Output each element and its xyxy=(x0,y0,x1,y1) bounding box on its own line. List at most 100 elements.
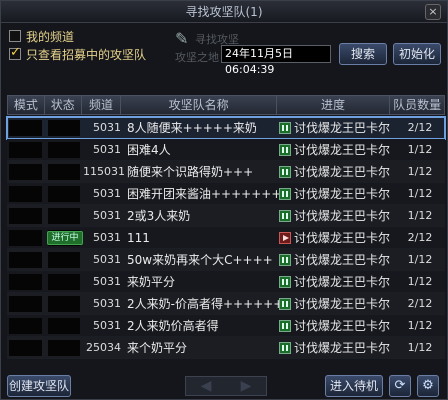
members-cell: 1/12 xyxy=(407,165,433,178)
status-badge: 进行中 xyxy=(47,230,83,245)
next-page-icon[interactable]: ▶ xyxy=(226,377,266,395)
pagination: ◀ ▶ xyxy=(185,376,267,396)
status-cell xyxy=(48,317,80,334)
header-progress[interactable]: 进度 xyxy=(277,96,391,114)
status-cell xyxy=(48,163,80,180)
table-row[interactable]: 5031 8人随便来+++++来奶 讨伐爆龙王巴卡尔 2/12 xyxy=(6,116,446,140)
recruiting-only-filter[interactable]: 只查看招募中的攻坚队 xyxy=(9,45,169,63)
progress-cell: 讨伐爆龙王巴卡尔 xyxy=(279,339,393,356)
status-cell xyxy=(48,119,80,136)
pause-icon xyxy=(279,121,291,134)
progress-text: 讨伐爆龙王巴卡尔 xyxy=(294,187,391,201)
table-row[interactable]: 5031 困难4人 讨伐爆龙王巴卡尔 1/12 xyxy=(7,139,445,161)
progress-cell: 讨伐爆龙王巴卡尔 xyxy=(279,295,393,312)
enter-standby-button[interactable]: 进入待机 xyxy=(325,375,383,397)
refresh-icon[interactable]: ⟳ xyxy=(389,375,411,397)
name-cell: 困难开团来酱油+++++++ xyxy=(127,187,279,201)
channel-cell: 5031 xyxy=(93,121,121,134)
window-titlebar: 寻找攻坚队(1) × xyxy=(1,1,447,23)
status-cell xyxy=(48,339,80,356)
members-cell: 1/12 xyxy=(407,209,433,222)
mode-cell xyxy=(9,207,42,224)
name-cell: 50w来奶再来个大C++++ xyxy=(127,253,273,267)
members-cell: 1/12 xyxy=(407,187,433,200)
name-cell: 2人来奶价高者得 xyxy=(127,319,219,333)
progress-cell: 讨伐爆龙王巴卡尔 xyxy=(279,119,393,136)
pen-icon: ✎ xyxy=(175,29,189,48)
header-members[interactable]: 队员数量 xyxy=(390,96,444,114)
table-row[interactable]: 25034 来个奶平分 讨伐爆龙王巴卡尔 1/12 xyxy=(7,337,445,359)
pause-icon xyxy=(279,297,291,310)
table-row[interactable]: 5031 2或3人来奶 讨伐爆龙王巴卡尔 1/12 xyxy=(7,205,445,227)
close-button[interactable]: × xyxy=(425,4,441,20)
mode-cell xyxy=(9,317,42,334)
progress-cell: 讨伐爆龙王巴卡尔 xyxy=(279,251,393,268)
window-title: 寻找攻坚队(1) xyxy=(185,5,263,19)
members-cell: 1/12 xyxy=(407,319,433,332)
header-status[interactable]: 状态 xyxy=(45,96,82,114)
name-cell: 随便来个识路得奶+++ xyxy=(127,165,254,179)
progress-cell: 讨伐爆龙王巴卡尔 xyxy=(279,273,393,290)
header-name[interactable]: 攻坚队名称 xyxy=(121,96,277,114)
name-cell: 2人来奶-价高者得+++++++ xyxy=(127,297,279,311)
progress-text: 讨伐爆龙王巴卡尔 xyxy=(294,253,391,267)
raid-finder-window: 寻找攻坚队(1) × 我的频道 只查看招募中的攻坚队 ✎ 寻找攻坚 攻坚之地 2… xyxy=(0,0,448,400)
my-channel-label: 我的频道 xyxy=(26,29,75,44)
channel-cell: 5031 xyxy=(93,275,121,288)
my-channel-filter[interactable]: 我的频道 xyxy=(9,27,169,45)
header-mode[interactable]: 模式 xyxy=(8,96,45,114)
table-row[interactable]: 5031 50w来奶再来个大C++++ 讨伐爆龙王巴卡尔 1/12 xyxy=(7,249,445,271)
table-row[interactable]: 5031 2人来奶-价高者得+++++++ 讨伐爆龙王巴卡尔 2/12 xyxy=(7,293,445,315)
header-channel[interactable]: 频道 xyxy=(82,96,122,114)
pause-icon xyxy=(279,187,291,200)
pause-icon xyxy=(279,253,291,266)
table-row[interactable]: 5031 困难开团来酱油+++++++ 讨伐爆龙王巴卡尔 1/12 xyxy=(7,183,445,205)
my-channel-checkbox[interactable] xyxy=(9,30,21,42)
channel-cell: 5031 xyxy=(93,319,121,332)
recruiting-only-checkbox[interactable] xyxy=(9,45,21,60)
status-cell: 进行中 xyxy=(47,229,83,246)
pause-icon xyxy=(279,143,291,156)
create-raid-button[interactable]: 创建攻坚队 xyxy=(7,375,71,397)
progress-text: 讨伐爆龙王巴卡尔 xyxy=(294,275,391,289)
progress-cell: 讨伐爆龙王巴卡尔 xyxy=(279,207,393,224)
prev-page-icon[interactable]: ◀ xyxy=(186,377,226,395)
progress-text: 讨伐爆龙王巴卡尔 xyxy=(294,231,391,245)
date-field[interactable]: 24年11月5日06:04:39 xyxy=(221,45,331,76)
progress-text: 讨伐爆龙王巴卡尔 xyxy=(294,297,391,311)
pause-icon xyxy=(279,165,291,178)
members-cell: 1/12 xyxy=(407,275,433,288)
channel-cell: 5031 xyxy=(93,231,121,244)
progress-cell: 讨伐爆龙王巴卡尔 xyxy=(279,317,393,334)
progress-cell: 讨伐爆龙王巴卡尔 xyxy=(279,163,393,180)
progress-text: 讨伐爆龙王巴卡尔 xyxy=(294,121,391,135)
status-cell xyxy=(48,273,80,290)
table-row[interactable]: 进行中 5031 111 讨伐爆龙王巴卡尔 2/12 xyxy=(7,227,445,249)
recruiting-only-label: 只查看招募中的攻坚队 xyxy=(26,47,147,62)
status-cell xyxy=(48,207,80,224)
area-hint-label: 攻坚之地 xyxy=(175,51,219,64)
mode-cell xyxy=(9,295,42,312)
mode-cell xyxy=(9,273,42,290)
search-button[interactable]: 搜索 xyxy=(339,43,387,65)
status-cell xyxy=(48,185,80,202)
mode-cell xyxy=(9,229,42,246)
members-cell: 2/12 xyxy=(407,121,433,134)
mode-cell xyxy=(9,163,42,180)
name-cell: 8人随便来+++++来奶 xyxy=(127,121,257,135)
name-cell: 来个奶平分 xyxy=(127,341,188,355)
table-row[interactable]: 5031 来奶平分 讨伐爆龙王巴卡尔 1/12 xyxy=(7,271,445,293)
table-row[interactable]: 5031 2人来奶价高者得 讨伐爆龙王巴卡尔 1/12 xyxy=(7,315,445,337)
gear-icon[interactable]: ⚙ xyxy=(417,375,439,397)
status-cell xyxy=(48,251,80,268)
reset-button[interactable]: 初始化 xyxy=(393,43,441,65)
name-cell: 111 xyxy=(127,230,150,245)
pause-icon xyxy=(279,341,291,354)
members-cell: 1/12 xyxy=(407,341,433,354)
members-cell: 2/12 xyxy=(407,231,433,244)
table-row[interactable]: 115031 随便来个识路得奶+++ 讨伐爆龙王巴卡尔 1/12 xyxy=(7,161,445,183)
channel-cell: 115031 xyxy=(83,165,125,178)
pause-icon xyxy=(279,275,291,288)
members-cell: 1/12 xyxy=(407,143,433,156)
mode-cell xyxy=(9,251,42,268)
